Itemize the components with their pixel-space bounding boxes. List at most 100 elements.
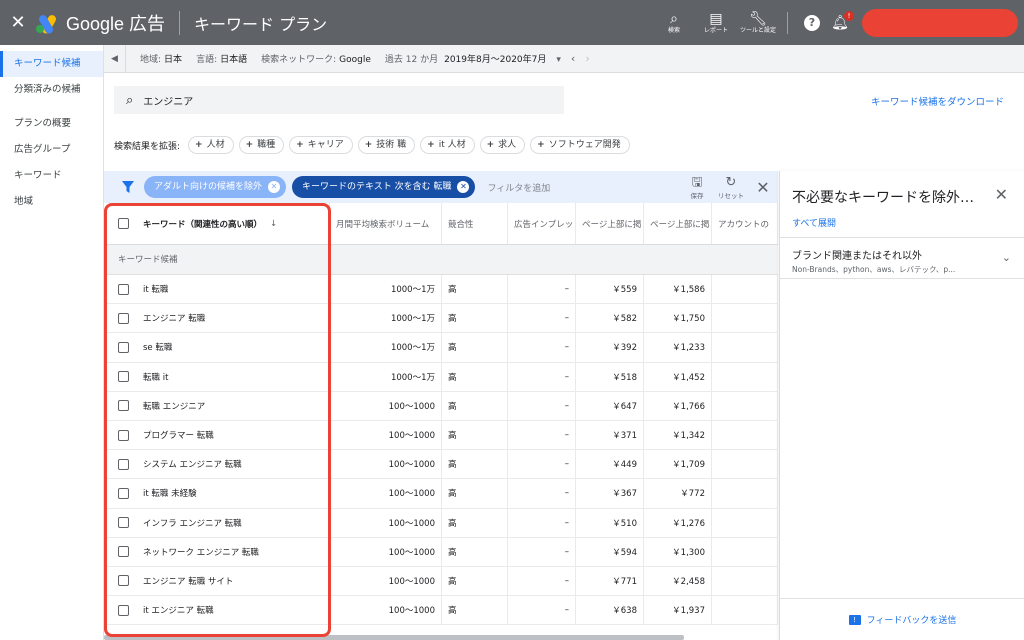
row-checkbox[interactable] [118,517,129,529]
broaden-chip[interactable]: + 技術 職 [357,136,416,154]
table-header: キーワード（関連性の高い順） ↓ 月間平均検索ボリューム 競合性 広告インプレッ… [104,203,778,245]
nav-item-locations[interactable]: 地域 [0,189,103,215]
column-keyword[interactable]: キーワード（関連性の高い順） ↓ [104,203,330,244]
column-account-status[interactable]: アカウントの [712,203,778,244]
brand-section[interactable]: ブランド関連またはそれ以外 Non-Brands、python、aws、レバテッ… [780,237,1024,279]
table-row: it エンジニア 転職 100〜1000 高 – ￥638 ￥1,937 [104,596,778,626]
account-cell [712,420,778,450]
save-icon: 🖫︎ [691,174,703,190]
row-checkbox[interactable] [118,312,129,324]
left-nav: キーワード候補 分類済みの候補 プランの概要 広告グループ キーワード 地域 [0,45,104,640]
column-competition[interactable]: 競合性 [442,203,508,244]
keyword-cell: se 転職 [104,333,330,362]
nav-item-plan-overview[interactable]: プランの概要 [0,111,103,137]
prev-period-icon[interactable]: ‹ [571,52,575,65]
nav-item-keyword-ideas[interactable]: キーワード候補 [0,51,103,77]
exclude-keywords-panel: 不必要なキーワードを除外… ✕ すべて展開 ブランド関連またはそれ以外 Non-… [779,171,1024,640]
filter-chip-adult[interactable]: アダルト向けの候補を除外 ✕ [144,176,287,198]
select-all-checkbox[interactable] [118,218,129,229]
impression-cell: – [508,479,576,508]
account-cell [712,508,778,537]
close-filter-icon[interactable]: ✕ [748,178,778,197]
bid-high-cell: ￥772 [644,479,712,508]
broaden-chip[interactable]: + 求人 [479,136,526,154]
broaden-chip[interactable]: + ソフトウェア開発 [530,136,630,154]
chevron-down-icon[interactable]: ⌄ [1002,251,1011,264]
competition-cell: 高 [442,391,508,420]
search-button[interactable]: ⌕ 検索 [653,0,695,45]
volume-cell: 1000〜1万 [330,304,442,333]
keyword-cell: エンジニア 転職 サイト [104,566,330,596]
send-feedback-button[interactable]: ! フィードバックを送信 [780,598,1024,640]
keyword-cell: インフラ エンジニア 転職 [104,508,330,537]
broaden-chip[interactable]: + キャリア [289,136,353,154]
bid-low-cell: ￥518 [576,362,644,391]
account-button[interactable] [862,8,1018,37]
row-checkbox[interactable] [118,283,129,295]
impression-cell: – [508,304,576,333]
column-impression-share[interactable]: 広告インプレッ [508,203,576,244]
impression-cell: – [508,275,576,304]
row-checkbox[interactable] [118,487,129,499]
column-top-bid-high[interactable]: ページ上部に掲 [644,203,712,244]
close-icon[interactable]: ✕ [995,185,1008,204]
row-checkbox[interactable] [118,546,129,558]
row-checkbox[interactable] [118,458,129,470]
report-button[interactable]: ▤ レポート [695,0,737,45]
date-range-selector[interactable]: 過去 12 か月 2019年8月〜2020年7月 ▾ [385,52,561,65]
network-setting[interactable]: 検索ネットワーク: Google [261,52,371,65]
bid-high-cell: ￥1,709 [644,450,712,479]
keyword-cell: it 転職 [104,275,330,304]
notification-badge: ! [844,10,854,21]
filter-icon[interactable] [122,181,134,193]
row-checkbox[interactable] [118,604,129,616]
save-filter-button[interactable]: 🖫︎ 保存 [680,175,714,200]
impression-cell: – [508,333,576,362]
language-setting[interactable]: 言語: 日本語 [196,52,247,65]
column-top-bid-low[interactable]: ページ上部に掲 [576,203,644,244]
tools-settings-button[interactable]: 🔧︎ ツールと設定 [737,0,779,45]
row-checkbox[interactable] [118,429,129,441]
bid-high-cell: ￥1,300 [644,537,712,566]
row-checkbox[interactable] [118,371,129,383]
nav-item-keywords[interactable]: キーワード [0,163,103,189]
horizontal-scrollbar[interactable] [104,635,684,640]
collapse-nav-icon[interactable]: ◀ [104,44,126,73]
row-checkbox[interactable] [118,341,129,353]
remove-filter-icon[interactable]: ✕ [268,181,281,193]
bid-high-cell: ￥1,586 [644,275,712,304]
volume-cell: 100〜1000 [330,450,442,479]
keyword-cell: 転職 エンジニア [104,391,330,420]
impression-cell: – [508,537,576,566]
nav-item-grouped-ideas[interactable]: 分類済みの候補 [0,77,103,103]
remove-filter-icon[interactable]: ✕ [457,181,470,193]
close-icon[interactable]: ✕ [0,12,36,33]
location-setting[interactable]: 地域: 日本 [140,52,182,65]
notifications-button[interactable]: 🔔︎ ! [828,10,854,35]
row-checkbox[interactable] [118,400,129,412]
help-icon[interactable]: ? [804,14,820,31]
bid-high-cell: ￥1,233 [644,333,712,362]
row-checkbox[interactable] [118,575,129,587]
keyword-cell: エンジニア 転職 [104,304,330,333]
keyword-search-input[interactable]: ⌕ エンジニア [114,86,564,114]
bid-high-cell: ￥1,276 [644,508,712,537]
table-row: エンジニア 転職 1000〜1万高 – ￥582 ￥1,750 [104,304,778,334]
feedback-icon: ! [848,614,861,625]
next-period-icon[interactable]: › [585,52,589,65]
reset-filter-button[interactable]: ↻ リセット [714,175,748,200]
download-ideas-link[interactable]: キーワード候補をダウンロード [871,94,1004,108]
broaden-chip[interactable]: + it 人材 [420,136,475,154]
keyword-cell: ネットワーク エンジニア 転職 [104,537,330,566]
nav-item-ad-groups[interactable]: 広告グループ [0,137,103,163]
broaden-chip[interactable]: + 人材 [188,136,234,154]
filter-chip-keyword-text[interactable]: キーワードのテキスト 次を含む 転職 ✕ [292,176,476,198]
expand-all-link[interactable]: すべて展開 [792,216,836,229]
volume-cell: 100〜1000 [330,420,442,450]
column-monthly-searches[interactable]: 月間平均検索ボリューム [330,203,442,244]
volume-cell: 100〜1000 [330,479,442,508]
impression-cell: – [508,362,576,391]
broaden-chip[interactable]: + 職種 [238,136,285,154]
add-filter-button[interactable]: フィルタを追加 [487,181,550,194]
competition-cell: 高 [442,508,508,537]
